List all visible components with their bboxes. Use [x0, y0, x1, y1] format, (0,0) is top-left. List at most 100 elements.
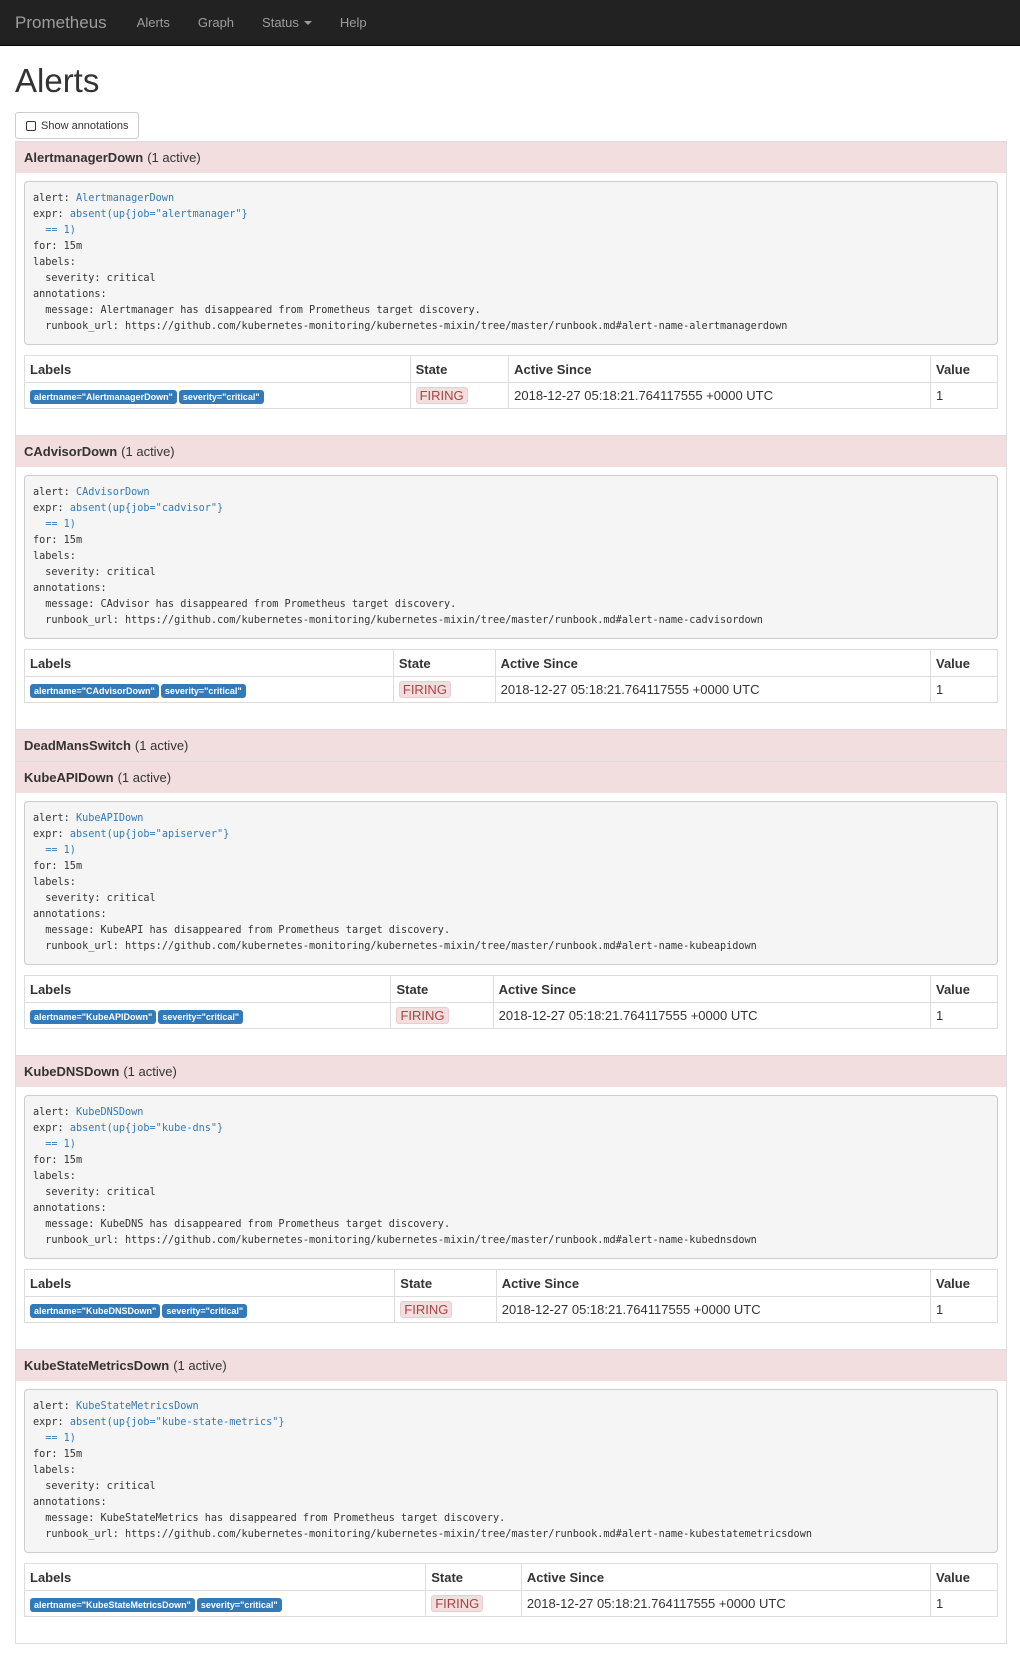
alert-rule-link[interactable]: AlertmanagerDown — [76, 193, 174, 204]
labels-cell: alertname="AlertmanagerDown" severity="cr… — [24, 382, 411, 409]
label-badge-severity: severity="critical" — [178, 389, 264, 404]
label-badge-alertname: alertname="CAdvisorDown" — [30, 683, 159, 698]
labels-header: Labels — [23, 975, 392, 1003]
table-row: alertname="AlertmanagerDown" severity="cr… — [24, 382, 998, 409]
brand-link[interactable]: Prometheus — [0, 13, 123, 33]
rule-severity: critical — [106, 893, 156, 904]
nav-alerts[interactable]: Alerts — [123, 15, 184, 30]
rule-for: 15m — [63, 535, 83, 546]
expr-line-2: == 1) — [33, 519, 76, 530]
expr-link[interactable]: absent(up{job="apiserver"} == 1) — [33, 829, 229, 856]
active-since-header: Active Since — [520, 1563, 932, 1591]
expr-link[interactable]: absent(up{job="kube-dns"} == 1) — [33, 1123, 223, 1150]
table-row: alertname="KubeStateMetricsDown" severity… — [23, 1590, 998, 1617]
rule-runbook-url: https://github.com/kubernetes-monitoring… — [125, 1529, 812, 1540]
state-cell: FIRING — [394, 1296, 497, 1323]
nav-graph[interactable]: Graph — [184, 15, 248, 30]
rule-for: 15m — [63, 861, 83, 872]
label-badge-alertname: alertname="KubeDNSDown" — [30, 1303, 161, 1318]
nav-help[interactable]: Help — [326, 15, 381, 30]
label-badge-alertname: alertname="AlertmanagerDown" — [30, 389, 177, 404]
state-header: State — [392, 649, 496, 677]
labels-header: Labels — [24, 355, 411, 383]
state-cell: FIRING — [392, 676, 496, 703]
alert-rule-link[interactable]: CAdvisorDown — [76, 487, 150, 498]
checkbox-icon — [26, 120, 36, 131]
value-cell: 1 — [930, 1296, 998, 1323]
expr-link[interactable]: absent(up{job="kube-state-metrics"} == 1… — [33, 1417, 284, 1444]
alerts-list: AlertmanagerDown (1 active) alert: Alertma… — [15, 141, 1007, 1644]
nav-status-label: Status — [262, 15, 299, 30]
table-row: alertname="KubeDNSDown" severity="critica… — [23, 1296, 998, 1323]
rule-runbook-url: https://github.com/kubernetes-monitoring… — [125, 615, 763, 626]
alert-instances-table: Labels State Active Since Value alertname="C… — [24, 649, 998, 703]
label-badge-severity: severity="critical" — [160, 683, 246, 698]
state-badge: FIRING — [396, 1007, 449, 1024]
alert-instances-table: Labels State Active Since Value alertname="K… — [23, 1563, 998, 1617]
value-cell: 1 — [930, 382, 998, 409]
alert-details: alert: CAdvisorDown expr: absent(up{job=… — [16, 467, 1006, 729]
active-since-cell: 2018-12-27 05:18:21.764117555 +0000 UTC — [494, 676, 932, 703]
page-title: Alerts — [15, 62, 100, 99]
main-container: Alerts Show annotations AlertmanagerDown… — [0, 62, 1020, 1644]
alert-active-count: (1 active) — [173, 1358, 227, 1373]
show-annotations-button[interactable]: Show annotations — [15, 112, 140, 139]
alert-name: CAdvisorDown — [24, 444, 118, 459]
alert-name: KubeAPIDown — [24, 770, 114, 785]
expr-link[interactable]: absent(up{job="cadvisor"} == 1) — [33, 503, 223, 530]
state-badge: FIRING — [398, 681, 451, 698]
alert-details: alert: KubeStateMetricsDown expr: absent… — [16, 1381, 1006, 1643]
alert-name: DeadMansSwitch — [24, 738, 131, 753]
state-cell: FIRING — [409, 382, 510, 409]
expr-link[interactable]: absent(up{job="alertmanager"} == 1) — [33, 209, 248, 236]
alert-rule: alert: AlertmanagerDown expr: absent(up{… — [24, 181, 998, 345]
rule-message: Alertmanager has disappeared from Promet… — [100, 305, 481, 316]
alert-rule: alert: KubeDNSDown expr: absent(up{job="… — [24, 1095, 998, 1259]
state-header: State — [425, 1563, 522, 1591]
alert-instances-table: Labels State Active Since Value alertname="A… — [24, 355, 998, 409]
alert-rule-link[interactable]: KubeStateMetricsDown — [76, 1401, 199, 1412]
alert-rule-link[interactable]: KubeDNSDown — [76, 1107, 143, 1118]
state-badge: FIRING — [415, 387, 468, 404]
alert-header[interactable]: KubeStateMetricsDown (1 active) — [16, 1349, 1006, 1381]
table-row: alertname="CAdvisorDown" severity="critic… — [24, 676, 998, 703]
labels-cell: alertname="KubeStateMetricsDown" severity… — [23, 1590, 427, 1617]
alert-header[interactable]: KubeDNSDown (1 active) — [16, 1055, 1006, 1087]
value-header: Value — [930, 355, 998, 383]
active-since-cell: 2018-12-27 05:18:21.764117555 +0000 UTC — [492, 1002, 932, 1029]
labels-header: Labels — [23, 1563, 427, 1591]
nav-status-dropdown[interactable]: Status — [248, 15, 326, 30]
alert-name: AlertmanagerDown — [24, 150, 144, 165]
table-row: alertname="KubeAPIDown" severity="critica… — [23, 1002, 998, 1029]
rule-severity: critical — [106, 567, 156, 578]
active-since-cell: 2018-12-27 05:18:21.764117555 +0000 UTC — [495, 1296, 932, 1323]
alert-rule: alert: KubeAPIDown expr: absent(up{job="… — [24, 801, 998, 965]
value-cell: 1 — [930, 1590, 998, 1617]
label-badge-severity: severity="critical" — [196, 1597, 282, 1612]
alert-rule: alert: KubeStateMetricsDown expr: absent… — [24, 1389, 998, 1553]
rule-for: 15m — [63, 241, 83, 252]
alert-header[interactable]: CAdvisorDown (1 active) — [16, 435, 1006, 467]
state-header: State — [390, 975, 494, 1003]
label-badge-alertname: alertname="KubeAPIDown" — [30, 1009, 157, 1024]
rule-severity: critical — [106, 273, 156, 284]
expr-line-2: == 1) — [33, 1139, 76, 1150]
rule-severity: critical — [106, 1187, 156, 1198]
state-header: State — [409, 355, 510, 383]
alert-details: alert: KubeAPIDown expr: absent(up{job="… — [16, 793, 1006, 1055]
table-header-row: Labels State Active Since Value — [23, 975, 998, 1003]
table-header-row: Labels State Active Since Value — [23, 1563, 998, 1591]
state-cell: FIRING — [425, 1590, 522, 1617]
label-badge-severity: severity="critical" — [162, 1303, 248, 1318]
alert-rule: alert: CAdvisorDown expr: absent(up{job=… — [24, 475, 998, 639]
expr-line-1: absent(up{job="kube-state-metrics"} — [69, 1417, 285, 1428]
expr-line-1: absent(up{job="alertmanager"} — [69, 209, 248, 220]
alert-active-count: (1 active) — [147, 150, 201, 165]
value-header: Value — [930, 1563, 998, 1591]
alert-header[interactable]: KubeAPIDown (1 active) — [16, 761, 1006, 793]
alert-rule-link[interactable]: KubeAPIDown — [76, 813, 143, 824]
alert-header[interactable]: DeadMansSwitch (1 active) — [16, 729, 1006, 761]
alert-header[interactable]: AlertmanagerDown (1 active) — [16, 141, 1006, 173]
show-annotations-label: Show annotations — [41, 119, 129, 132]
rule-runbook-url: https://github.com/kubernetes-monitoring… — [125, 321, 788, 332]
